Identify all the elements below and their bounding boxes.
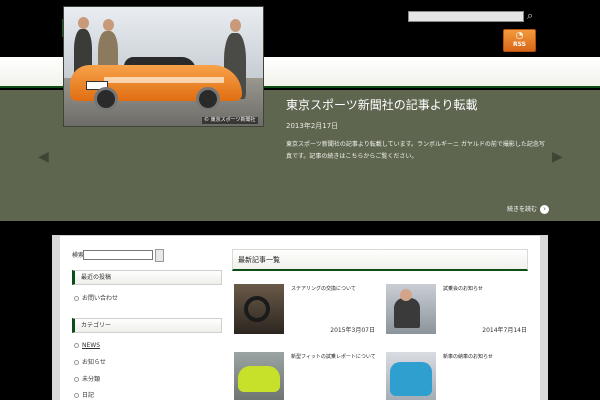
- widget-link[interactable]: お問い合わせ: [74, 294, 118, 303]
- widget-link[interactable]: NEWS: [74, 341, 100, 350]
- rss-icon: ◔: [515, 31, 524, 41]
- post-date: 2014年7月14日: [482, 327, 527, 334]
- sidebar-search-input[interactable]: [83, 250, 153, 260]
- post-card[interactable]: ステアリングの交換について 2015年3月07日: [234, 284, 377, 336]
- read-more-link[interactable]: 続きを読む ›: [507, 205, 550, 215]
- post-card[interactable]: 新車の納車のお知らせ: [386, 352, 529, 400]
- post-card[interactable]: 新型フィットの試乗レポートについて: [234, 352, 377, 400]
- bullet-icon: [74, 343, 79, 348]
- slide-date: 2013年2月17日: [286, 122, 339, 130]
- widget-link[interactable]: 日記: [74, 391, 94, 400]
- read-more-label: 続きを読む: [507, 206, 538, 213]
- bullet-icon: [74, 377, 79, 382]
- photo-credit: © 東京スポーツ新聞社: [202, 117, 258, 124]
- header-search: ⌕: [408, 10, 539, 23]
- slider-next-icon[interactable]: ▶: [552, 150, 564, 164]
- post-thumbnail[interactable]: [234, 352, 284, 400]
- post-thumbnail[interactable]: [386, 284, 436, 334]
- post-thumbnail[interactable]: [386, 352, 436, 400]
- post-thumbnail[interactable]: [234, 284, 284, 334]
- post-date: 2015年3月07日: [330, 327, 375, 334]
- post-title[interactable]: ステアリングの交換について: [291, 285, 377, 293]
- widget-title-recent: 最近の投稿: [72, 270, 222, 285]
- widget-title-category: カテゴリー: [72, 318, 222, 333]
- main-heading: 最新記事一覧: [232, 249, 528, 271]
- post-title[interactable]: 新車の納車のお知らせ: [443, 353, 529, 361]
- car-wheel: [94, 87, 118, 111]
- post-title[interactable]: 新型フィットの試乗レポートについて: [291, 353, 377, 361]
- person-head: [103, 19, 114, 31]
- widget-link[interactable]: 未分類: [74, 375, 100, 384]
- car-wheel: [196, 87, 220, 111]
- person-head: [78, 17, 89, 29]
- slider-prev-icon[interactable]: ◀: [38, 150, 50, 164]
- bullet-icon: [74, 296, 79, 301]
- sidebar-search-button[interactable]: [155, 249, 164, 262]
- person-head: [230, 19, 241, 32]
- bullet-icon: [74, 393, 79, 398]
- car-stripe: [104, 77, 224, 83]
- post-title[interactable]: 試乗会のお知らせ: [443, 285, 529, 293]
- slide-photo[interactable]: © 東京スポーツ新聞社: [63, 6, 264, 127]
- rss-button[interactable]: ◔ RSS: [503, 29, 536, 52]
- post-card[interactable]: 試乗会のお知らせ 2014年7月14日: [386, 284, 529, 336]
- rss-label: RSS: [513, 41, 526, 48]
- slide-excerpt: 東京スポーツ新聞社の記事より転載しています。ランボルギーニ ガヤルドの前で撮影し…: [286, 141, 545, 160]
- bullet-icon: [74, 360, 79, 365]
- header-search-input[interactable]: [408, 11, 524, 22]
- arrow-right-icon: ›: [540, 205, 550, 214]
- widget-link[interactable]: お知らせ: [74, 358, 106, 367]
- search-icon[interactable]: ⌕: [527, 10, 539, 22]
- slide-title[interactable]: 東京スポーツ新聞社の記事より転載: [286, 98, 546, 113]
